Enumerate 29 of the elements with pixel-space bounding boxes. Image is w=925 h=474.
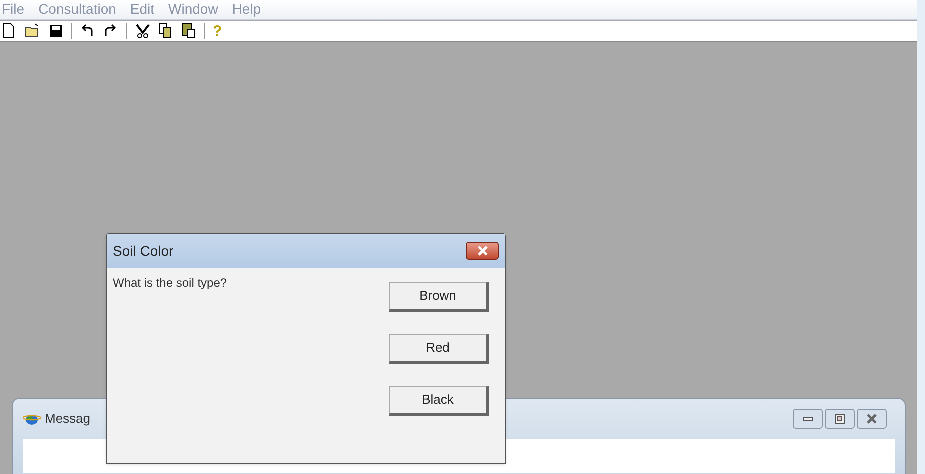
- scissors-icon[interactable]: [135, 23, 150, 39]
- minimize-icon: [803, 417, 813, 421]
- question-text: What is the soil type?: [113, 275, 228, 292]
- redo-icon[interactable]: [103, 23, 118, 39]
- menu-item[interactable]: Help: [232, 0, 262, 20]
- maximize-button[interactable]: [825, 409, 855, 429]
- close-icon: [478, 246, 488, 256]
- maximize-icon: [835, 414, 845, 424]
- menu-item[interactable]: Edit: [130, 0, 155, 20]
- new-file-icon[interactable]: [2, 23, 17, 39]
- save-icon[interactable]: [48, 23, 63, 39]
- copy-icon[interactable]: [158, 23, 173, 39]
- minimize-button[interactable]: [793, 409, 823, 429]
- answer-button[interactable]: Black: [389, 386, 489, 416]
- menu-item[interactable]: Window: [168, 0, 218, 20]
- window-title: Messag: [45, 410, 91, 428]
- close-button[interactable]: [857, 409, 887, 429]
- answer-button[interactable]: Red: [389, 334, 489, 364]
- answer-button[interactable]: Brown: [389, 282, 489, 312]
- menu-item[interactable]: Consultation: [38, 0, 116, 20]
- dialog-title: Soil Color: [113, 242, 174, 260]
- menu-item[interactable]: File: [2, 0, 25, 20]
- close-icon: [867, 414, 877, 424]
- folder-icon[interactable]: [25, 23, 40, 39]
- undo-icon[interactable]: [80, 23, 95, 39]
- close-button[interactable]: [466, 242, 499, 260]
- help-button[interactable]: ?: [213, 24, 222, 38]
- paste-icon[interactable]: [181, 23, 196, 39]
- globe-icon: [23, 412, 41, 426]
